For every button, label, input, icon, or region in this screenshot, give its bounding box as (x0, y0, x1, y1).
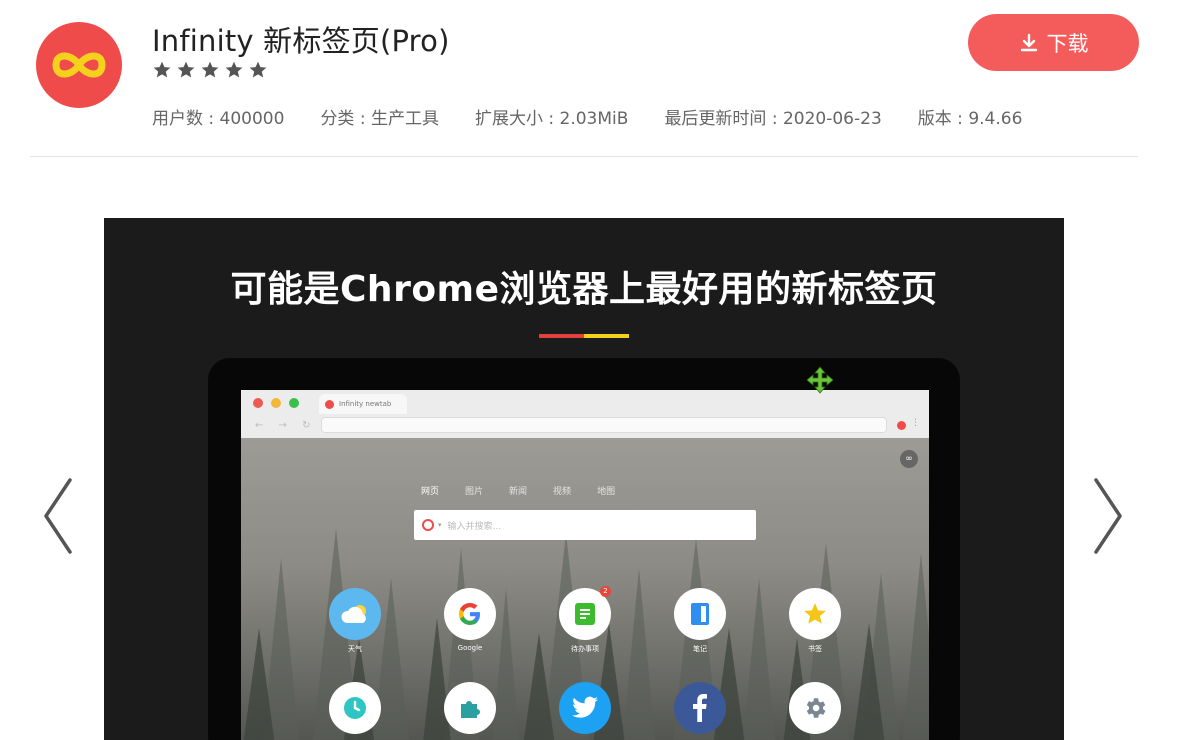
search-engine-icon (422, 519, 434, 531)
header-divider (30, 156, 1138, 157)
search-tabs: 网页 图片 新闻 视频 地图 (421, 484, 615, 497)
facebook-icon (674, 682, 726, 734)
notification-badge: 2 (600, 586, 611, 597)
browser-screenshot: Infinity newtab ← → ↻ ⋮ ∞ 网页 图片 新闻 视频 地图… (241, 390, 929, 740)
app-label: 书签 (808, 645, 822, 653)
dropdown-caret-icon: ▾ (438, 521, 442, 529)
app-label: 笔记 (693, 645, 707, 653)
star-icon (177, 61, 195, 78)
browser-tab: Infinity newtab (319, 394, 407, 414)
rating-stars (152, 60, 268, 80)
newtab-background: ∞ 网页 图片 新闻 视频 地图 ▾ 输入并搜索... 天气 Google 2 … (241, 438, 929, 740)
app-label: 待办事项 (571, 645, 599, 653)
notes-icon (674, 588, 726, 640)
star-icon (201, 61, 219, 78)
weather-icon (329, 588, 381, 640)
last-updated: 最后更新时间 : 2020-06-23 (664, 109, 882, 129)
browser-chrome: Infinity newtab ← → ↻ ⋮ (241, 390, 929, 438)
version: 版本 : 9.4.66 (917, 109, 1023, 129)
star-icon (225, 61, 243, 78)
app-tile: 笔记 (660, 588, 740, 654)
app-tile (660, 682, 740, 734)
category: 分类 : 生产工具 (320, 109, 439, 129)
app-tile (775, 682, 855, 734)
search-tab-news: 新闻 (509, 487, 528, 497)
move-cursor-icon (806, 366, 834, 394)
todo-icon: 2 (559, 586, 611, 640)
app-logo (36, 22, 122, 108)
bookmark-star-icon (789, 588, 841, 640)
app-tile (545, 682, 625, 734)
puzzle-icon (444, 682, 496, 734)
menu-dots-icon: ⋮ (911, 418, 920, 428)
chevron-left-icon[interactable] (40, 476, 74, 556)
clock-icon (329, 682, 381, 734)
infinity-icon (52, 52, 106, 78)
infinity-favicon-icon (325, 399, 334, 409)
app-tile: 天气 (315, 588, 395, 654)
google-icon (444, 588, 496, 640)
app-label: 天气 (348, 645, 362, 653)
meta-row: 用户数 : 400000 分类 : 生产工具 扩展大小 : 2.03MiB 最后… (152, 104, 1058, 129)
settings-gear-icon (789, 682, 841, 734)
app-tile: Google (430, 588, 510, 652)
infinity-badge-icon: ∞ (900, 450, 918, 468)
search-tab-video: 视频 (553, 487, 572, 497)
app-tile (430, 682, 510, 734)
search-placeholder: 输入并搜索... (447, 521, 502, 532)
app-tile (315, 682, 395, 734)
download-label: 下载 (1046, 31, 1089, 56)
maximize-dot-icon (289, 398, 299, 408)
app-tile: 2 待办事项 (545, 586, 625, 654)
screenshot-slide: 可能是Chrome浏览器上最好用的新标签页 Infinity newtab ← … (104, 218, 1064, 740)
close-dot-icon (253, 398, 263, 408)
address-bar (321, 417, 887, 433)
app-tile: 书签 (775, 588, 855, 654)
accent-bar-yellow (584, 334, 629, 338)
accent-bar-red (539, 334, 584, 338)
download-icon (1020, 33, 1037, 51)
download-button[interactable]: 下载 (968, 14, 1139, 71)
star-icon (249, 61, 267, 78)
search-tab-map: 地图 (597, 487, 616, 497)
twitter-icon (559, 682, 611, 734)
star-icon (153, 61, 171, 78)
extension-icon (897, 421, 906, 430)
browser-tab-label: Infinity newtab (339, 400, 392, 408)
chevron-right-icon[interactable] (1092, 476, 1126, 556)
search-tab-web: 网页 (421, 487, 440, 497)
app-label: Google (457, 644, 483, 652)
minimize-dot-icon (271, 398, 281, 408)
search-tab-images: 图片 (465, 487, 484, 497)
user-count: 用户数 : 400000 (152, 109, 285, 129)
search-box: ▾ 输入并搜索... (414, 510, 756, 540)
extension-size: 扩展大小 : 2.03MiB (474, 109, 629, 129)
app-title: Infinity 新标签页(Pro) (152, 24, 450, 58)
slide-heading: 可能是Chrome浏览器上最好用的新标签页 (230, 269, 938, 310)
nav-arrows-icon: ← → ↻ (255, 420, 317, 431)
